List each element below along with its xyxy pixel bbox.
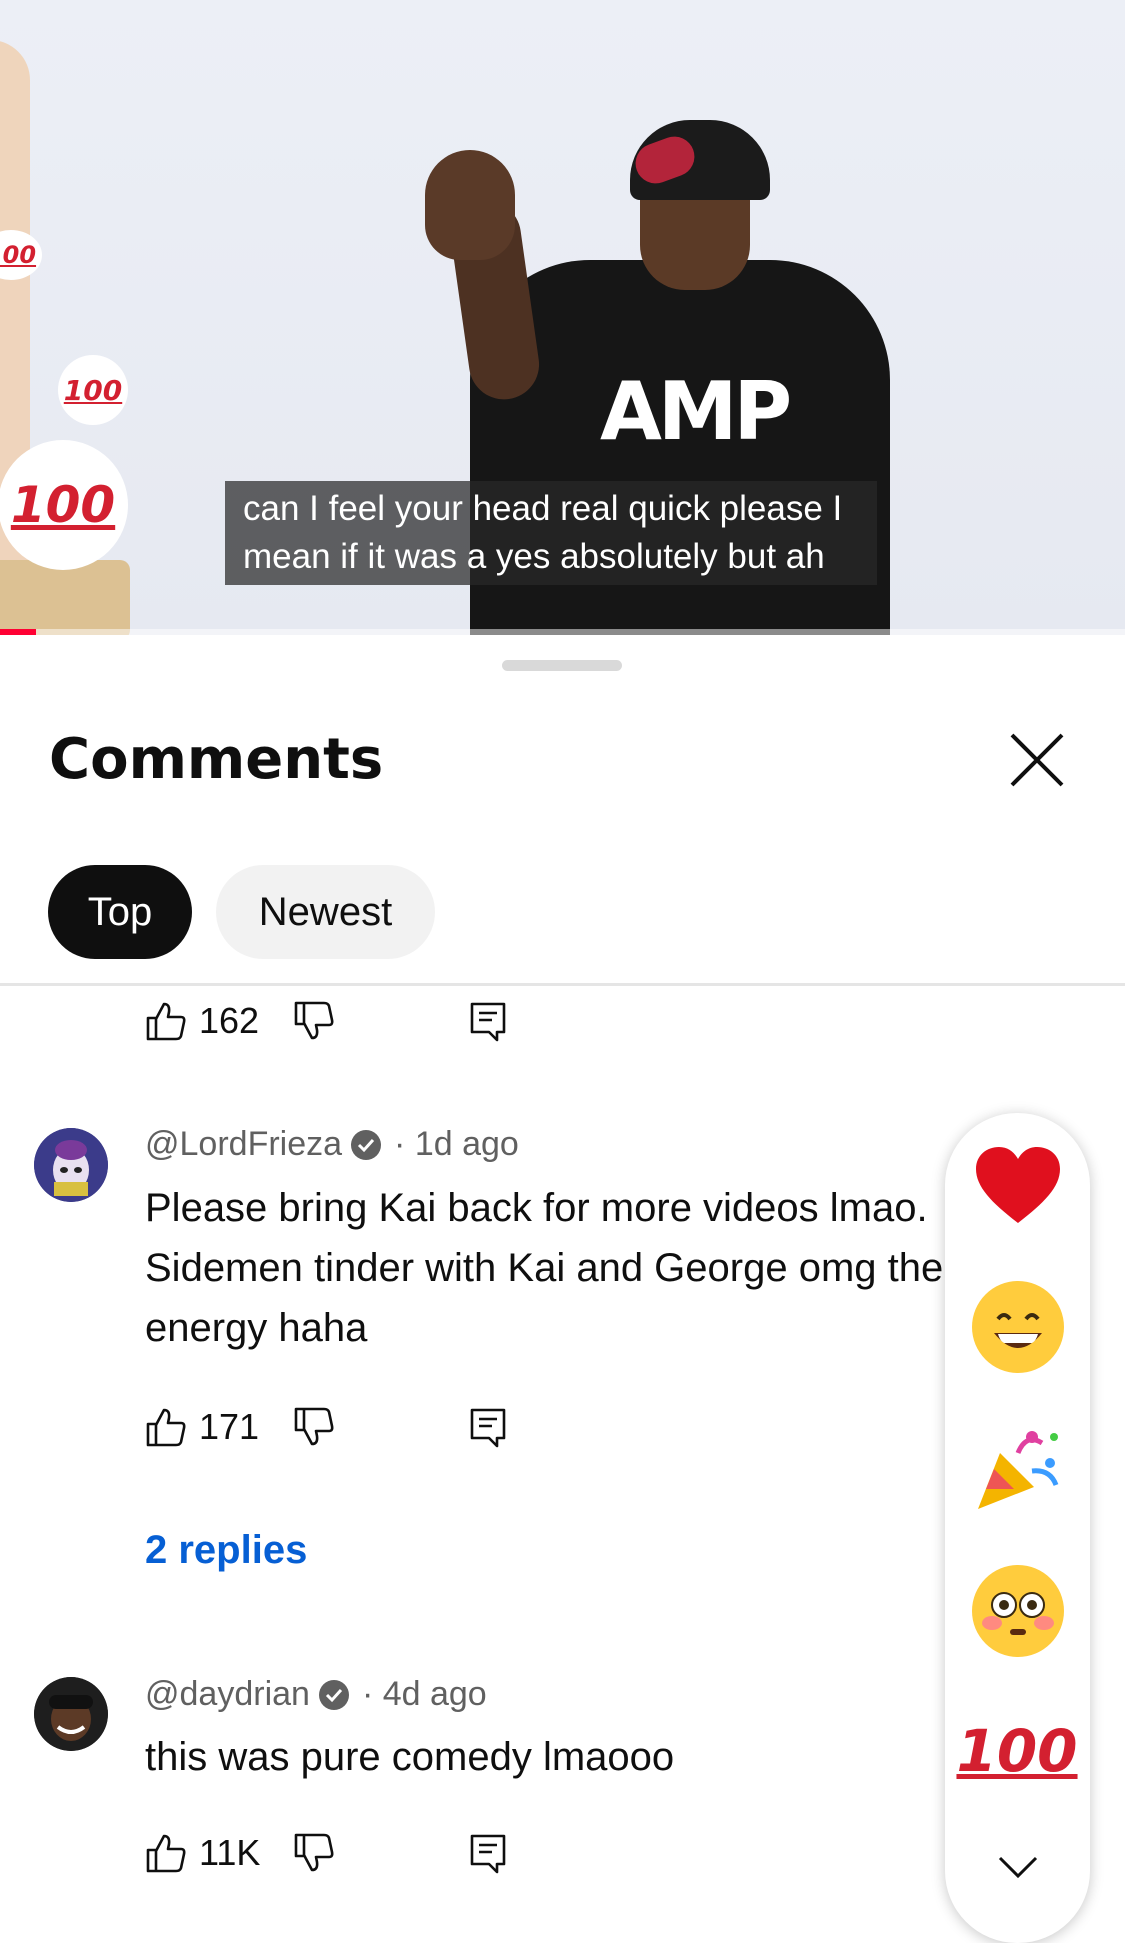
avatar[interactable] <box>34 1128 108 1202</box>
floating-hundred-emoji: 100 <box>0 440 128 570</box>
verified-check-icon <box>351 1129 382 1160</box>
verified-check-icon <box>318 1679 349 1710</box>
comment-time: 4d ago <box>382 1675 487 1713</box>
comment-meta: @daydrian · 4d ago <box>145 1675 487 1714</box>
comment-actions: 11K <box>145 1828 506 1878</box>
comment-author[interactable]: @LordFrieza <box>145 1125 342 1164</box>
thumbs-up-icon[interactable] <box>145 1406 187 1448</box>
reply-icon[interactable] <box>467 1832 509 1874</box>
avatar[interactable] <box>34 1677 108 1751</box>
thumbs-up-icon[interactable] <box>145 1000 187 1042</box>
comment-text: Please bring Kai back for more videos lm… <box>145 1186 944 1350</box>
reply-icon[interactable] <box>467 1000 509 1042</box>
like-count: 11K <box>199 1832 261 1873</box>
grinning-face-emoji-icon[interactable] <box>972 1281 1064 1373</box>
divider <box>0 983 1125 986</box>
comment-actions: 171 <box>145 1402 506 1452</box>
comments-title: Comments <box>49 727 384 792</box>
reply-icon[interactable] <box>467 1406 509 1448</box>
thumbs-down-icon[interactable] <box>293 1000 335 1042</box>
heart-emoji-icon[interactable] <box>972 1141 1064 1233</box>
comment-text: this was pure comedy lmaooo <box>145 1735 675 1779</box>
view-replies-link[interactable]: 2 replies <box>145 1528 307 1573</box>
chevron-down-icon[interactable] <box>997 1853 1039 1881</box>
floating-hundred-emoji: 100 <box>58 355 128 425</box>
background-figure-base <box>0 560 130 635</box>
thumbs-down-icon[interactable] <box>293 1406 335 1448</box>
thumbs-down-icon[interactable] <box>293 1832 335 1874</box>
video-player[interactable]: 100 100 100 AMP can I feel your head rea… <box>0 0 1125 635</box>
filter-chip-top[interactable]: Top <box>48 865 192 959</box>
like-count: 162 <box>199 1000 260 1041</box>
comment-actions: 162 <box>145 996 506 1046</box>
comment-meta: @LordFrieza · 1d ago <box>145 1125 519 1164</box>
comment-time: 1d ago <box>414 1125 519 1163</box>
hundred-points-emoji-icon[interactable]: 100 <box>956 1705 1077 1797</box>
like-count: 171 <box>199 1406 260 1447</box>
thumbs-up-icon[interactable] <box>145 1832 187 1874</box>
drag-handle[interactable] <box>502 660 622 671</box>
comment-author[interactable]: @daydrian <box>145 1675 310 1714</box>
video-caption: can I feel your head real quick please I… <box>225 481 877 585</box>
filter-chip-newest[interactable]: Newest <box>216 865 435 959</box>
hoodie-logo: AMP <box>600 365 792 458</box>
floating-hundred-emoji: 100 <box>0 230 42 280</box>
party-popper-emoji-icon[interactable] <box>972 1423 1064 1515</box>
flushed-face-emoji-icon[interactable] <box>972 1565 1064 1657</box>
close-icon[interactable] <box>1008 731 1066 789</box>
reaction-bar: 100 <box>945 1113 1090 1943</box>
